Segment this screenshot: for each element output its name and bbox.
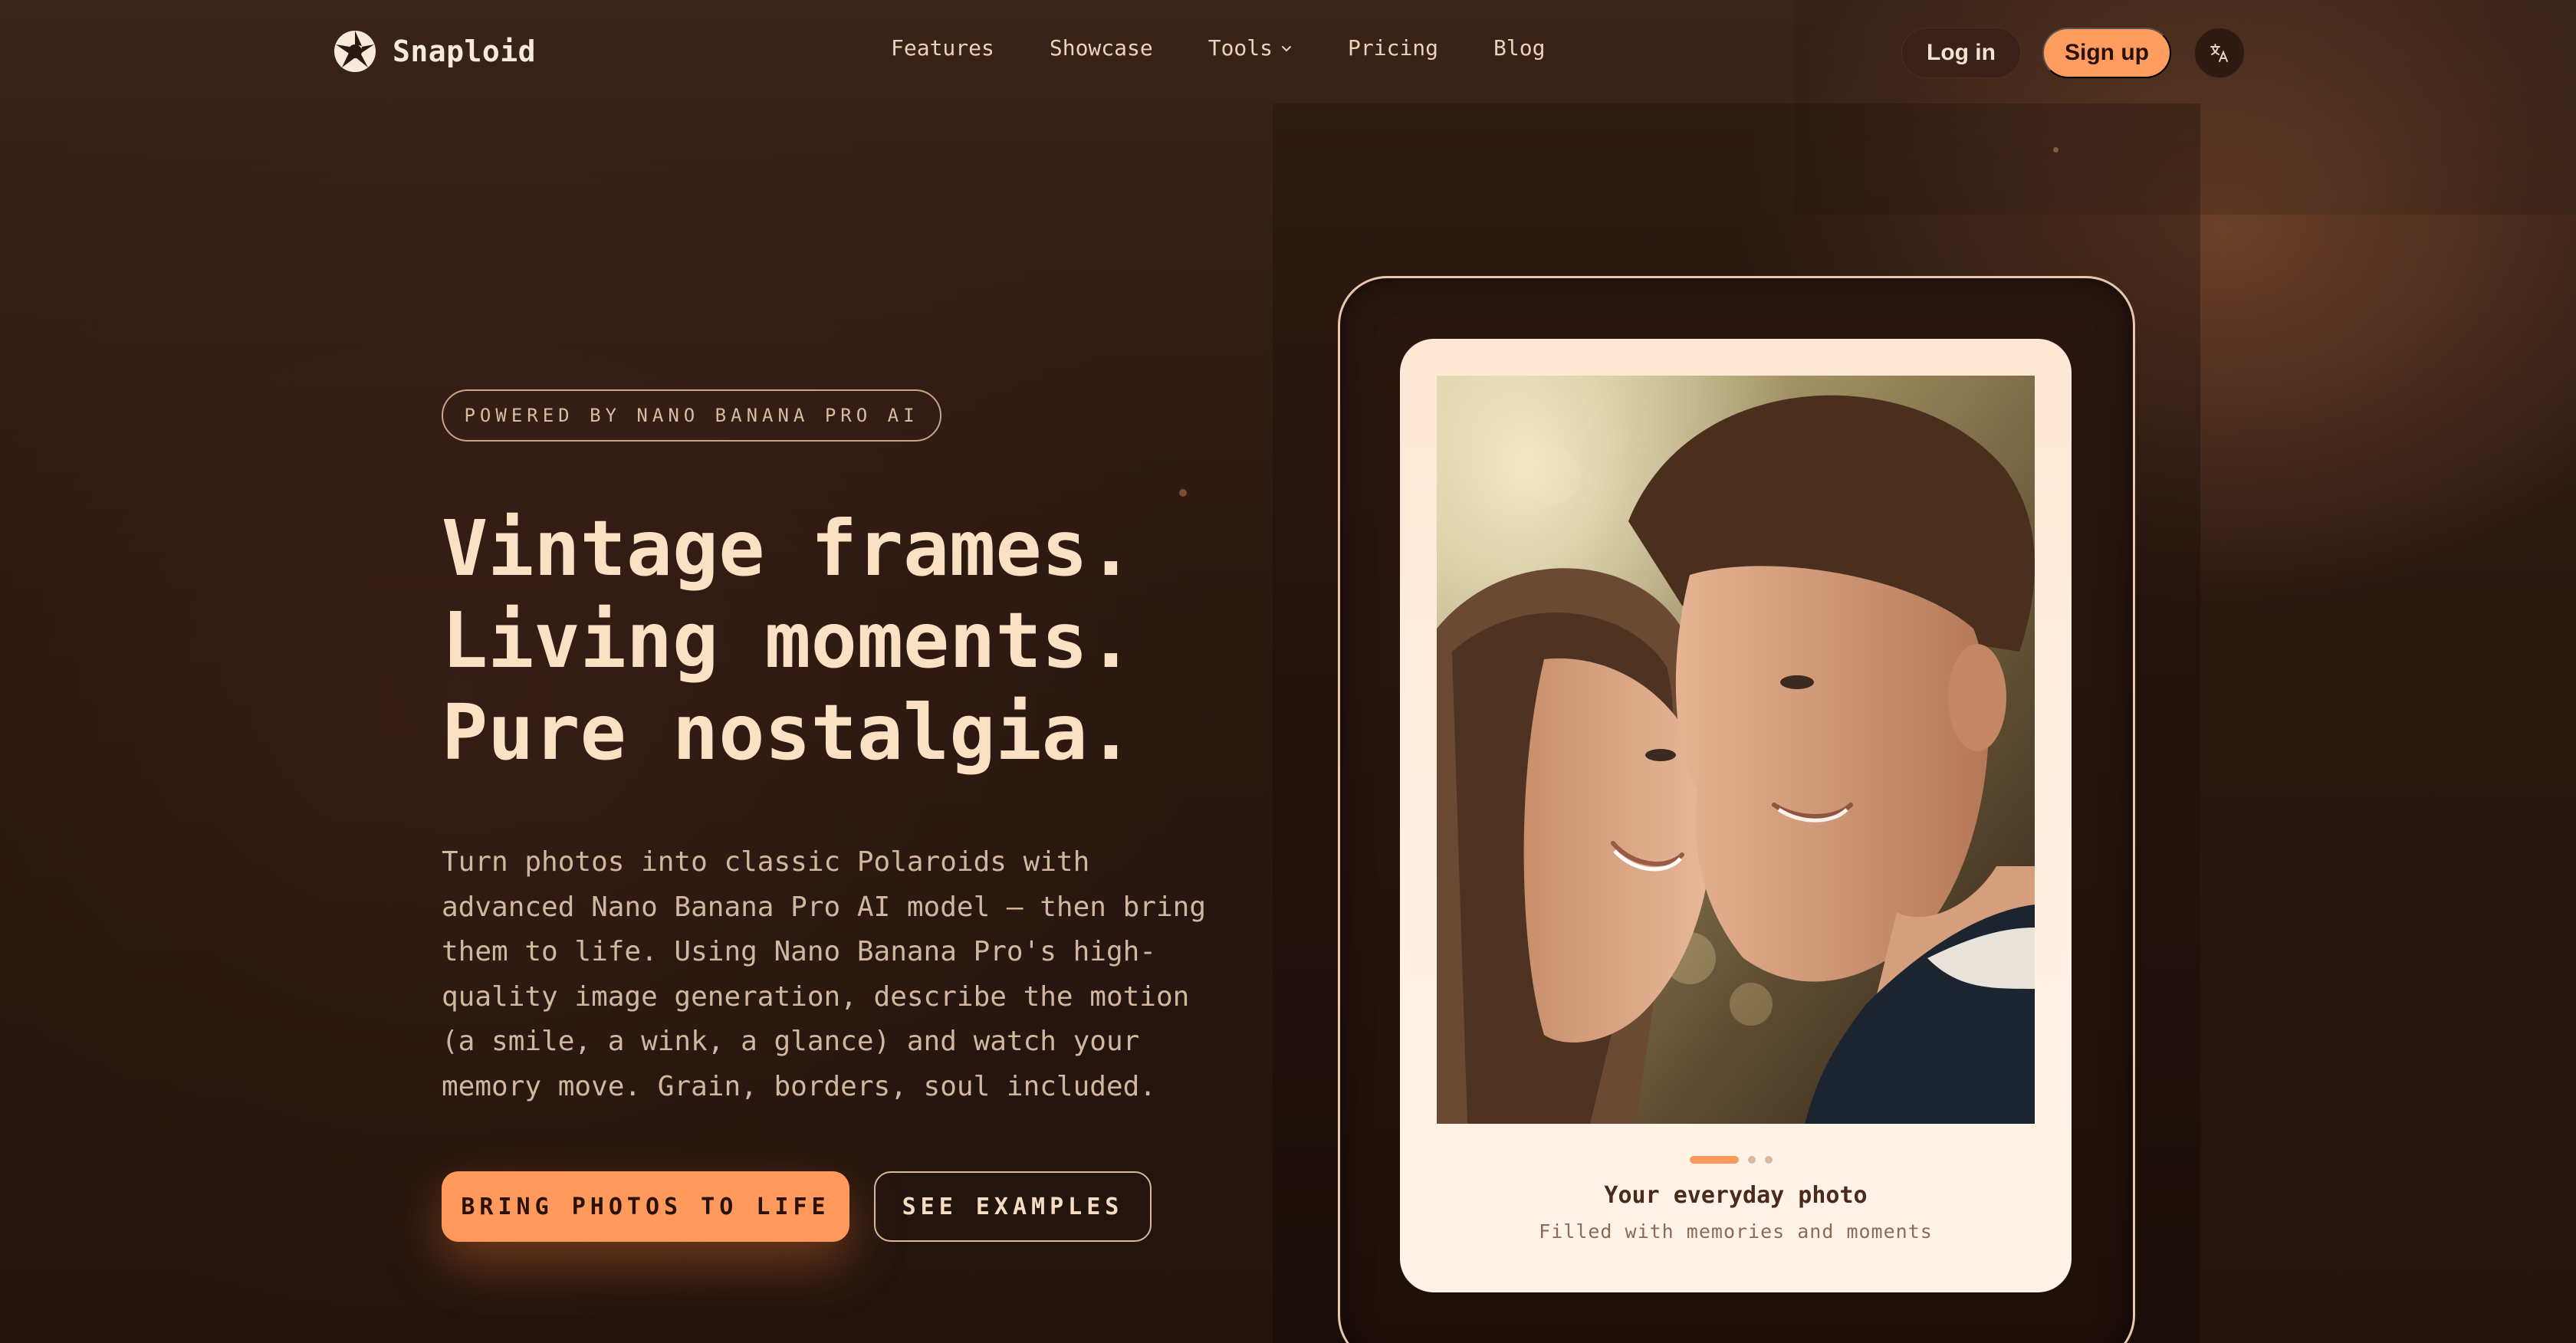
bring-photos-to-life-button[interactable]: BRING PHOTOS TO LIFE xyxy=(442,1171,849,1242)
nav-pricing[interactable]: Pricing xyxy=(1348,35,1438,61)
couple-photo xyxy=(1437,376,2035,1124)
login-button[interactable]: Log in xyxy=(1901,28,2021,78)
nav-tools-label: Tools xyxy=(1208,35,1273,61)
see-examples-button[interactable]: SEE EXAMPLES xyxy=(874,1171,1152,1242)
language-button[interactable] xyxy=(2194,28,2245,78)
powered-by-badge: POWERED BY NANO BANANA PRO AI xyxy=(442,389,941,442)
carousel-dot[interactable] xyxy=(1765,1156,1773,1164)
hero-description: Turn photos into classic Polaroids with … xyxy=(442,846,1206,1102)
carousel-indicators xyxy=(1690,1156,1773,1164)
hero-headline: Vintage frames. Living moments. Pure nos… xyxy=(442,503,1134,779)
nav-showcase-label: Showcase xyxy=(1049,35,1153,61)
decorative-dot xyxy=(1179,489,1187,497)
nav-blog-label: Blog xyxy=(1493,35,1546,61)
carousel-dot-active[interactable] xyxy=(1690,1156,1739,1164)
translate-icon xyxy=(2210,44,2228,62)
nav-tools-dropdown[interactable]: Tools xyxy=(1208,35,1293,61)
nav-blog[interactable]: Blog xyxy=(1493,35,1545,61)
nav-features-label: Features xyxy=(891,35,994,61)
decorative-dot xyxy=(2053,147,2058,153)
nav-features[interactable]: Features xyxy=(891,35,994,61)
card-title: Your everyday photo xyxy=(1604,1182,1868,1209)
headline-line-3: Pure nostalgia. xyxy=(442,688,1135,777)
brand-name: Snaploid xyxy=(393,34,537,68)
signup-button[interactable]: Sign up xyxy=(2042,28,2171,78)
chevron-down-icon xyxy=(1282,45,1292,51)
photo-illustration xyxy=(1437,376,2035,1124)
card-subtitle: Filled with memories and moments xyxy=(1539,1220,1933,1243)
main-nav: Features Showcase Tools Pricing Blog xyxy=(891,35,1545,61)
headline-line-1: Vintage frames. xyxy=(442,504,1135,593)
carousel-dot[interactable] xyxy=(1748,1156,1756,1164)
site-header: Snaploid Features Showcase Tools Pricing… xyxy=(0,0,2576,104)
shutter-icon xyxy=(334,31,376,72)
nav-pricing-label: Pricing xyxy=(1348,35,1439,61)
headline-line-2: Living moments. xyxy=(442,596,1135,685)
nav-showcase[interactable]: Showcase xyxy=(1050,35,1153,61)
logo-link[interactable]: Snaploid xyxy=(333,29,536,74)
